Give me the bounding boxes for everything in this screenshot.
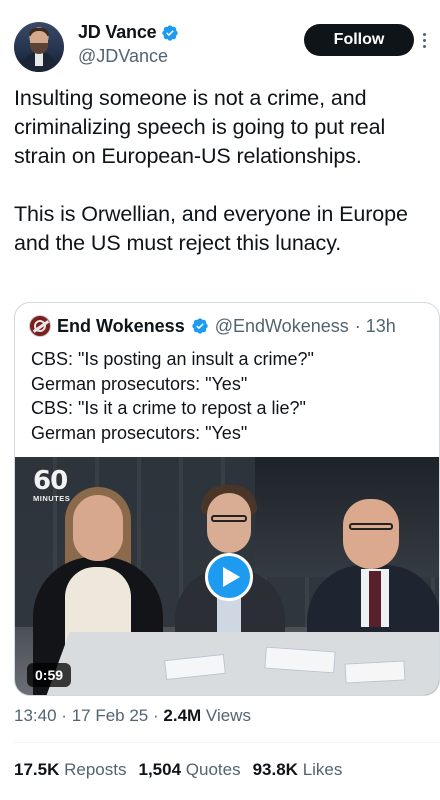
quoted-line: German prosecutors: "Yes" xyxy=(31,373,248,394)
tweet-date[interactable]: 17 Feb 25 xyxy=(72,706,149,725)
quotes-stat[interactable]: 1,504 Quotes xyxy=(138,760,240,780)
quotes-count: 1,504 xyxy=(138,760,182,779)
tweet-time[interactable]: 13:40 xyxy=(14,706,57,725)
author-name[interactable]: JD Vance xyxy=(78,22,157,43)
views-label: Views xyxy=(205,706,251,725)
quoted-line: CBS: "Is it a crime to repost a lie?" xyxy=(31,398,306,418)
reposts-stat[interactable]: 17.5K Reposts xyxy=(14,760,126,780)
play-icon xyxy=(222,567,240,587)
reposts-count: 17.5K xyxy=(14,760,60,779)
quoted-timestamp: · 13h xyxy=(354,315,396,336)
divider xyxy=(14,742,440,743)
tweet-paragraph: Insulting someone is not a crime, and cr… xyxy=(14,86,386,168)
verified-badge-icon xyxy=(162,24,179,41)
logo-number: 60 xyxy=(33,466,68,496)
verified-badge-icon xyxy=(192,318,208,334)
quoted-header: End Wokeness @EndWokeness · 13h xyxy=(29,315,396,337)
likes-count: 93.8K xyxy=(252,760,298,779)
quoted-text: CBS: "Is posting an insult a crime?" Ger… xyxy=(31,347,431,445)
separator: · xyxy=(61,706,67,725)
likes-label: Likes xyxy=(302,760,343,779)
more-options-icon[interactable] xyxy=(418,26,430,54)
tweet-header: JD Vance @JDVance Follow xyxy=(14,18,426,78)
author-handle[interactable]: @JDVance xyxy=(78,46,168,67)
sixty-minutes-logo: 60 MINUTES xyxy=(33,466,79,503)
quoted-line: CBS: "Is posting an insult a crime?" xyxy=(31,349,314,369)
tweet-stats: 17.5K Reposts 1,504 Quotes 93.8K Likes xyxy=(14,760,342,780)
quoted-avatar xyxy=(29,315,51,337)
separator: · xyxy=(152,706,159,725)
quoted-tweet[interactable]: End Wokeness @EndWokeness · 13h CBS: "Is… xyxy=(14,302,440,696)
author-avatar[interactable] xyxy=(14,22,64,72)
video-player[interactable]: 60 MINUTES 0:59 xyxy=(15,457,439,695)
quoted-author-name: End Wokeness xyxy=(57,315,185,336)
logo-text: MINUTES xyxy=(33,494,71,503)
video-duration: 0:59 xyxy=(27,663,72,687)
reposts-label: Reposts xyxy=(64,760,127,779)
views-count: 2.4M xyxy=(163,706,202,725)
quoted-line: German prosecutors: "Yes" xyxy=(31,422,248,443)
follow-button[interactable]: Follow xyxy=(304,24,414,56)
play-button[interactable] xyxy=(205,553,253,601)
tweet-paragraph: This is Orwellian, and everyone in Europ… xyxy=(14,202,408,255)
quoted-author-handle: @EndWokeness xyxy=(214,315,349,336)
likes-stat[interactable]: 93.8K Likes xyxy=(253,760,343,780)
author-name-row[interactable]: JD Vance xyxy=(78,22,179,43)
quotes-label: Quotes xyxy=(185,760,241,779)
tweet-text: Insulting someone is not a crime, and cr… xyxy=(14,84,428,258)
tweet-meta: 13:40 · 17 Feb 25 · 2.4M Views xyxy=(14,706,251,726)
